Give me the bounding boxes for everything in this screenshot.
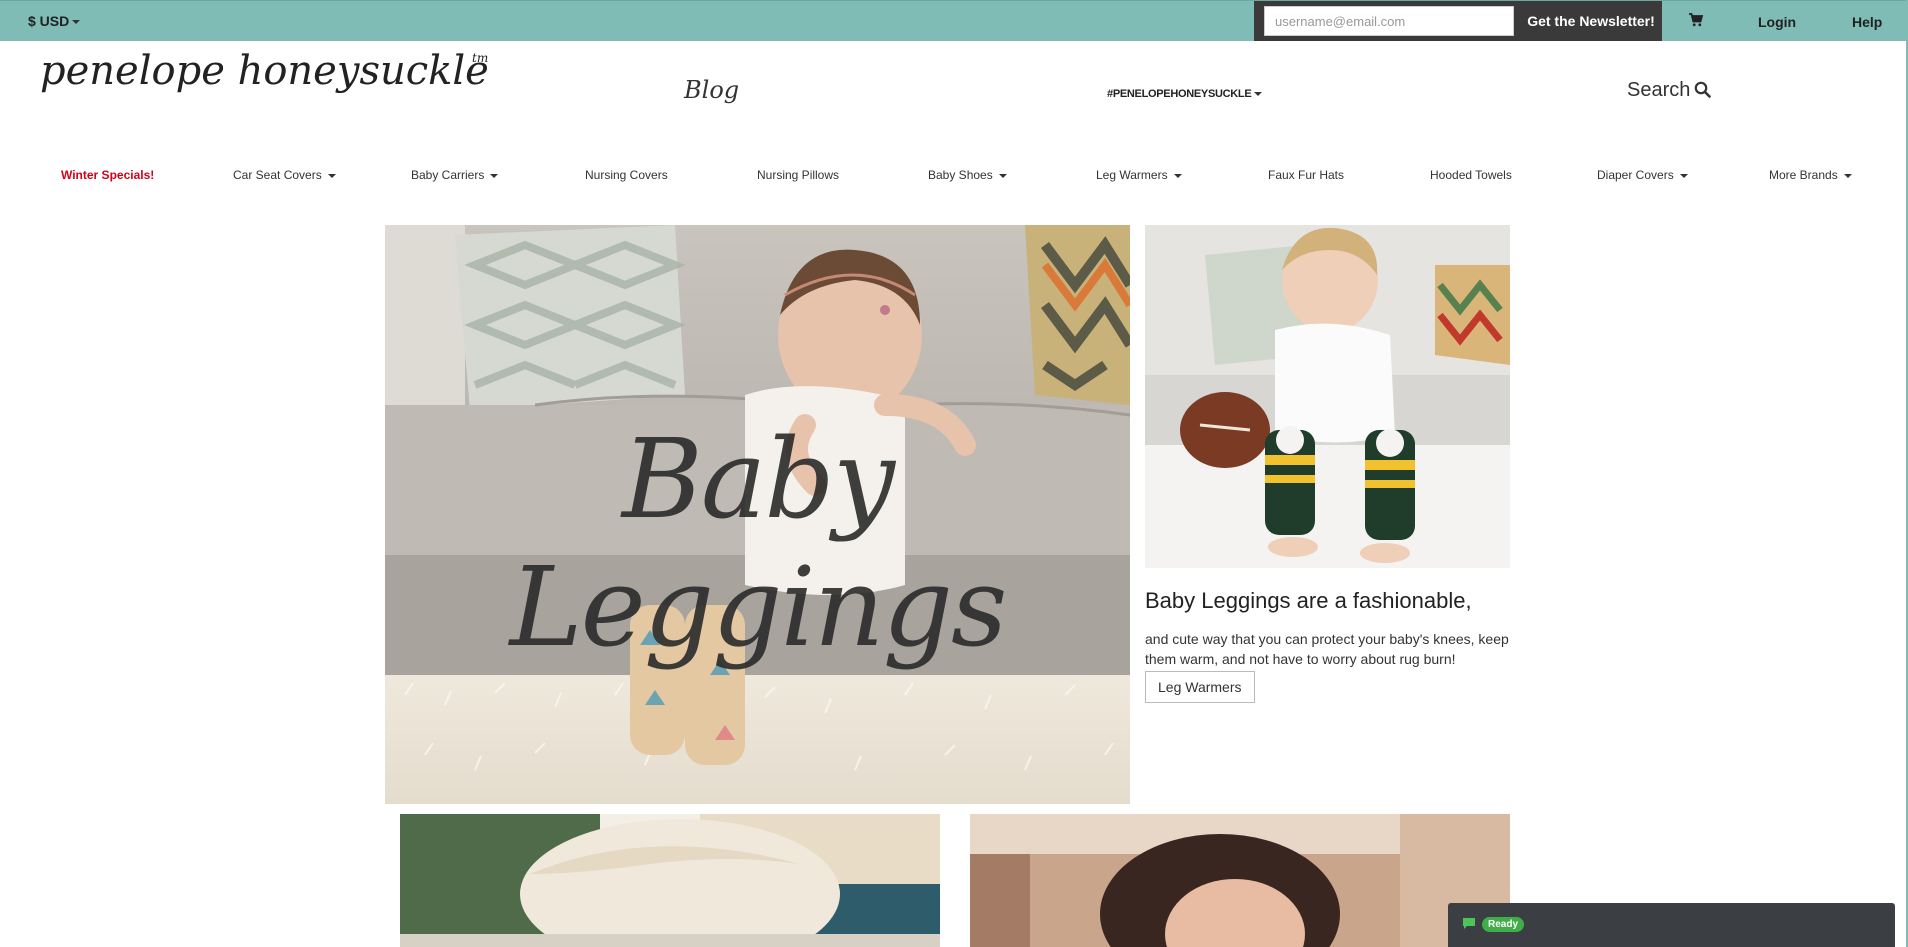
nav-item-winter-specials[interactable]: Winter Specials! bbox=[61, 168, 154, 182]
chevron-down-icon bbox=[1173, 173, 1182, 178]
live-chat-widget[interactable]: Ready bbox=[1448, 903, 1895, 947]
chat-status-badge: Ready bbox=[1482, 917, 1525, 932]
chevron-down-icon bbox=[72, 20, 81, 25]
nav-item-more-brands[interactable]: More Brands bbox=[1769, 168, 1852, 182]
login-link[interactable]: Login bbox=[1758, 14, 1796, 30]
nav-item-nursing-pillows[interactable]: Nursing Pillows bbox=[757, 168, 839, 182]
nav-item-leg-warmers[interactable]: Leg Warmers bbox=[1096, 168, 1182, 182]
top-bar: $ USD Get the Newsletter! Login Help bbox=[0, 0, 1908, 41]
mother-blonde-image bbox=[400, 814, 940, 947]
search-icon bbox=[1695, 81, 1712, 98]
chevron-down-icon bbox=[1679, 173, 1688, 178]
blog-link[interactable]: Blog bbox=[684, 76, 739, 104]
chat-bubble-icon bbox=[1463, 918, 1475, 929]
nav-item-label: Hooded Towels bbox=[1430, 168, 1512, 182]
feature-description: and cute way that you can protect your b… bbox=[1145, 631, 1509, 667]
logo[interactable]: penelope honeysuckle tm bbox=[40, 44, 490, 104]
nav-item-label: Diaper Covers bbox=[1597, 168, 1674, 182]
nav-item-hooded-towels[interactable]: Hooded Towels bbox=[1430, 168, 1512, 182]
nav-item-label: Baby Carriers bbox=[411, 168, 485, 182]
nav-item-label: Nursing Pillows bbox=[757, 168, 840, 182]
hashtag-dropdown[interactable]: #PENELOPEHONEYSUCKLE bbox=[1107, 88, 1263, 100]
logo-tm: tm bbox=[472, 51, 488, 65]
logo-text: penelope honeysuckle bbox=[40, 48, 489, 94]
nav-item-label: More Brands bbox=[1769, 168, 1838, 182]
hashtag-label: #PENELOPEHONEYSUCKLE bbox=[1107, 88, 1252, 100]
chevron-down-icon bbox=[327, 173, 336, 178]
newsletter-button[interactable]: Get the Newsletter! bbox=[1520, 1, 1662, 41]
nav-item-label: Baby Shoes bbox=[928, 168, 993, 182]
nav-item-diaper-covers[interactable]: Diaper Covers bbox=[1597, 168, 1688, 182]
newsletter-form: Get the Newsletter! bbox=[1254, 1, 1662, 41]
newsletter-email-input[interactable] bbox=[1264, 6, 1514, 36]
nav-item-nursing-covers[interactable]: Nursing Covers bbox=[585, 168, 668, 182]
promo-tile-left[interactable] bbox=[400, 814, 940, 947]
currency-label: $ USD bbox=[28, 13, 70, 29]
currency-dropdown[interactable]: $ USD bbox=[28, 13, 81, 29]
chevron-down-icon bbox=[998, 173, 1007, 178]
cart-icon[interactable] bbox=[1688, 12, 1704, 28]
nav-item-label: Leg Warmers bbox=[1096, 168, 1168, 182]
nav-item-car-seat-covers[interactable]: Car Seat Covers bbox=[233, 168, 336, 182]
hero-banner[interactable]: Baby Leggings bbox=[385, 225, 1130, 804]
nav-item-faux-fur-hats[interactable]: Faux Fur Hats bbox=[1268, 168, 1344, 182]
search-button[interactable]: Search bbox=[1627, 79, 1712, 102]
nav-item-baby-shoes[interactable]: Baby Shoes bbox=[928, 168, 1007, 182]
chevron-down-icon bbox=[1254, 92, 1263, 97]
feature-headline: Baby Leggings are a fashionable, bbox=[1145, 588, 1472, 613]
search-label: Search bbox=[1627, 79, 1691, 101]
help-link[interactable]: Help bbox=[1852, 14, 1882, 30]
baby-football-image bbox=[1145, 225, 1510, 568]
nav-item-label: Faux Fur Hats bbox=[1268, 168, 1345, 182]
category-nav: Winter Specials! Car Seat Covers Baby Ca… bbox=[0, 168, 1908, 188]
leg-warmers-button[interactable]: Leg Warmers bbox=[1145, 671, 1255, 703]
mother-brunette-image bbox=[970, 814, 1510, 947]
chevron-down-icon bbox=[1843, 173, 1852, 178]
nav-item-label: Winter Specials! bbox=[61, 168, 155, 182]
chevron-down-icon bbox=[490, 173, 499, 178]
hero-title: Baby Leggings bbox=[509, 415, 1008, 671]
promo-tile-right[interactable] bbox=[970, 814, 1510, 947]
nav-item-label: Nursing Covers bbox=[585, 168, 668, 182]
nav-item-baby-carriers[interactable]: Baby Carriers bbox=[411, 168, 499, 182]
nav-item-label: Car Seat Covers bbox=[233, 168, 322, 182]
leg-warmers-photo[interactable] bbox=[1145, 225, 1510, 568]
